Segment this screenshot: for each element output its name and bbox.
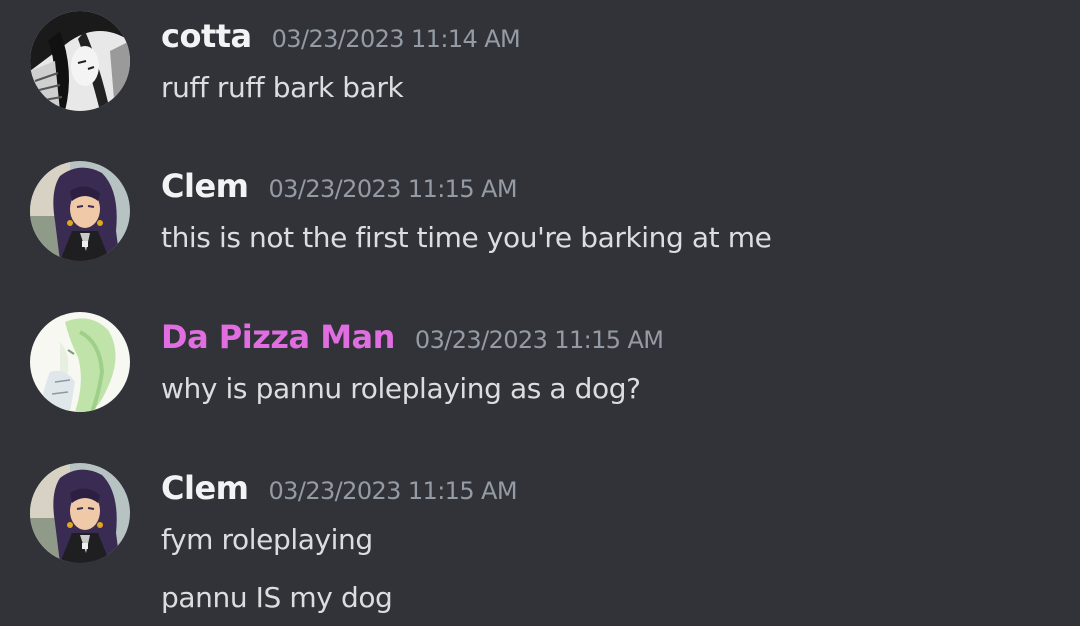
author-name[interactable]: cotta xyxy=(161,17,252,55)
message-timestamp: 03/23/2023 11:15 AM xyxy=(268,175,518,203)
user-avatar[interactable] xyxy=(30,11,130,111)
message-text: ruff ruff bark bark xyxy=(161,71,404,104)
monochrome-manga-avatar-icon xyxy=(30,11,130,111)
message-text: pannu IS my dog xyxy=(161,581,393,614)
user-avatar[interactable] xyxy=(30,463,130,563)
anime-woman-purple-hair-avatar-icon xyxy=(30,161,130,261)
author-name[interactable]: Da Pizza Man xyxy=(161,318,395,356)
green-hair-anime-avatar-icon xyxy=(30,312,130,412)
message-text: why is pannu roleplaying as a dog? xyxy=(161,372,641,405)
message-text: fym roleplaying xyxy=(161,523,373,556)
message-text: this is not the first time you're barkin… xyxy=(161,221,772,254)
message-header: Clem 03/23/2023 11:15 AM xyxy=(161,167,518,207)
message-header: Da Pizza Man 03/23/2023 11:15 AM xyxy=(161,318,664,358)
message-header: Clem 03/23/2023 11:15 AM xyxy=(161,469,518,509)
user-avatar[interactable] xyxy=(30,161,130,261)
message-header: cotta 03/23/2023 11:14 AM xyxy=(161,17,521,57)
message-timestamp: 03/23/2023 11:14 AM xyxy=(271,25,521,53)
message-timestamp: 03/23/2023 11:15 AM xyxy=(414,326,664,354)
author-name[interactable]: Clem xyxy=(161,167,249,205)
anime-woman-purple-hair-avatar-icon xyxy=(30,463,130,563)
author-name[interactable]: Clem xyxy=(161,469,249,507)
message-timestamp: 03/23/2023 11:15 AM xyxy=(268,477,518,505)
user-avatar[interactable] xyxy=(30,312,130,412)
